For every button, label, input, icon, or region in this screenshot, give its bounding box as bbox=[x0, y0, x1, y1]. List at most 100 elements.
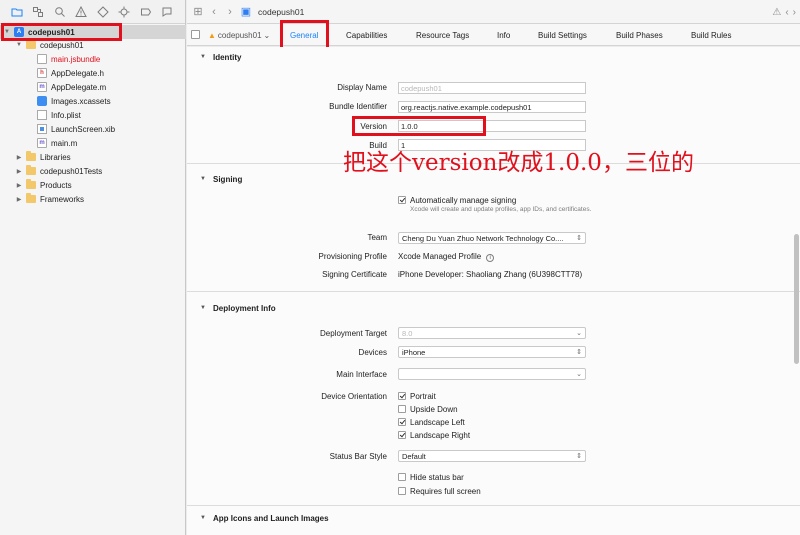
tree-item-label: codepush01Tests bbox=[40, 166, 103, 176]
section-title: Signing bbox=[213, 174, 243, 184]
tab-build-settings[interactable]: Build Settings bbox=[538, 28, 587, 42]
editor-bar-right: ⚠ ‹ › bbox=[772, 0, 796, 24]
team-label: Team bbox=[367, 233, 387, 242]
tree-item-group[interactable]: ▶ Products bbox=[0, 178, 186, 192]
disclosure-triangle-icon[interactable]: ▼ bbox=[200, 515, 210, 521]
profile-value-text: Xcode Managed Profile bbox=[398, 252, 482, 261]
back-arrow-icon[interactable]: ‹ bbox=[206, 4, 222, 20]
issue-warning-icon[interactable]: ⚠ bbox=[772, 7, 781, 18]
section-title: Identity bbox=[213, 52, 242, 62]
general-settings-content: ▼ Identity Display Name codepush01 Bundl… bbox=[187, 47, 800, 535]
orientation-landscape-right-row[interactable]: Landscape Right bbox=[398, 430, 470, 440]
tree-item-file[interactable]: m AppDelegate.m bbox=[0, 80, 186, 94]
show-targets-toggle[interactable] bbox=[191, 30, 200, 39]
auto-signing-checkbox-row[interactable]: Automatically manage signing bbox=[398, 195, 516, 205]
tree-item-group[interactable]: ▶ Frameworks bbox=[0, 192, 186, 206]
orientation-portrait-label: Portrait bbox=[410, 391, 436, 401]
content-scrollbar[interactable] bbox=[793, 47, 800, 535]
disclosure-triangle-icon[interactable]: ▼ bbox=[200, 54, 210, 60]
tree-item-file[interactable]: main.jsbundle bbox=[0, 52, 186, 66]
tree-item-file[interactable]: LaunchScreen.xib bbox=[0, 122, 186, 136]
project-highlight-box bbox=[1, 23, 122, 41]
symbol-icon[interactable] bbox=[28, 0, 50, 24]
status-bar-style-select[interactable]: Default ⇕ bbox=[398, 450, 586, 462]
disclosure-triangle-icon[interactable]: ▶ bbox=[15, 153, 23, 161]
scrollbar-thumb[interactable] bbox=[794, 234, 799, 364]
identity-section-header[interactable]: ▼ Identity bbox=[187, 49, 800, 65]
status-bar-style-value: Default bbox=[402, 451, 426, 461]
previous-issue-icon[interactable]: ‹ bbox=[785, 7, 788, 18]
folder-icon bbox=[26, 39, 36, 49]
hide-status-bar-checkbox[interactable] bbox=[398, 473, 406, 481]
hide-status-bar-row[interactable]: Hide status bar bbox=[398, 472, 464, 482]
tree-item-group[interactable]: ▶ codepush01Tests bbox=[0, 164, 186, 178]
disclosure-triangle-icon[interactable]: ▶ bbox=[15, 195, 23, 203]
disclosure-triangle-icon[interactable]: ▼ bbox=[200, 305, 210, 311]
report-icon[interactable] bbox=[157, 0, 179, 24]
test-icon[interactable] bbox=[92, 0, 114, 24]
orientation-landscape-left-row[interactable]: Landscape Left bbox=[398, 417, 465, 427]
info-icon[interactable]: i bbox=[486, 254, 495, 262]
forward-arrow-icon[interactable]: › bbox=[222, 4, 238, 20]
orientation-upside-down-label: Upside Down bbox=[410, 404, 458, 414]
tree-item-label: Images.xcassets bbox=[51, 96, 111, 106]
disclosure-triangle-icon[interactable]: ▶ bbox=[15, 181, 23, 189]
select-arrows-icon: ⇕ bbox=[576, 235, 582, 242]
devices-select[interactable]: iPhone ⇕ bbox=[398, 346, 586, 358]
folder-icon bbox=[26, 193, 36, 203]
folder-icon[interactable] bbox=[6, 0, 28, 24]
jump-bar-file[interactable]: codepush01 bbox=[258, 7, 304, 17]
bundle-identifier-label: Bundle Identifier bbox=[329, 102, 387, 111]
h-file-icon: h bbox=[37, 68, 47, 78]
display-name-field[interactable]: codepush01 bbox=[398, 82, 586, 94]
tree-item-file[interactable]: Images.xcassets bbox=[0, 94, 186, 108]
orientation-upside-down-checkbox[interactable] bbox=[398, 405, 406, 413]
debug-icon[interactable] bbox=[114, 0, 136, 24]
warning-icon[interactable] bbox=[71, 0, 93, 24]
requires-full-screen-checkbox[interactable] bbox=[398, 487, 406, 495]
tree-item-group[interactable]: ▶ Libraries bbox=[0, 150, 186, 164]
orientation-portrait-row[interactable]: Portrait bbox=[398, 391, 436, 401]
auto-signing-label: Automatically manage signing bbox=[410, 195, 517, 205]
disclosure-triangle-icon[interactable]: ▼ bbox=[15, 41, 23, 49]
tree-item-label: Frameworks bbox=[40, 194, 85, 204]
app-icons-section-header[interactable]: ▼ App Icons and Launch Images bbox=[187, 510, 800, 526]
tab-info[interactable]: Info bbox=[497, 28, 510, 42]
breakpoint-icon[interactable] bbox=[135, 0, 157, 24]
orientation-portrait-checkbox[interactable] bbox=[398, 392, 406, 400]
select-arrows-icon: ⇕ bbox=[576, 349, 582, 356]
related-items-icon[interactable]: ⊞ bbox=[190, 4, 206, 20]
deployment-target-select[interactable]: 8.0 ⌄ bbox=[398, 327, 586, 339]
tree-item-file[interactable]: m main.m bbox=[0, 136, 186, 150]
target-selector[interactable]: ▲ codepush01 ⌄ bbox=[208, 28, 270, 42]
version-highlight-box bbox=[352, 116, 486, 136]
auto-signing-checkbox[interactable] bbox=[398, 196, 406, 204]
next-issue-icon[interactable]: › bbox=[793, 7, 796, 18]
tab-build-rules[interactable]: Build Rules bbox=[691, 28, 731, 42]
folder-icon bbox=[26, 151, 36, 161]
orientation-landscape-right-checkbox[interactable] bbox=[398, 431, 406, 439]
section-title: App Icons and Launch Images bbox=[213, 513, 329, 523]
tree-item-file[interactable]: h AppDelegate.h bbox=[0, 66, 186, 80]
team-select[interactable]: Cheng Du Yuan Zhuo Network Technology Co… bbox=[398, 232, 586, 244]
search-icon[interactable] bbox=[49, 0, 71, 24]
tree-item-label: Products bbox=[40, 180, 72, 190]
orientation-landscape-left-checkbox[interactable] bbox=[398, 418, 406, 426]
tab-resource-tags[interactable]: Resource Tags bbox=[416, 28, 469, 42]
disclosure-triangle-icon[interactable]: ▶ bbox=[15, 167, 23, 175]
bundle-identifier-field[interactable]: org.reactjs.native.example.codepush01 bbox=[398, 101, 586, 113]
orientation-upside-down-row[interactable]: Upside Down bbox=[398, 404, 458, 414]
tab-build-phases[interactable]: Build Phases bbox=[616, 28, 663, 42]
disclosure-triangle-icon[interactable]: ▼ bbox=[200, 176, 210, 182]
main-interface-label: Main Interface bbox=[336, 370, 387, 379]
deployment-section-header[interactable]: ▼ Deployment Info bbox=[187, 300, 800, 316]
main-interface-select[interactable]: ⌄ bbox=[398, 368, 586, 380]
target-name: codepush01 bbox=[217, 30, 262, 40]
deployment-target-value: 8.0 bbox=[402, 328, 413, 338]
asset-catalog-icon bbox=[37, 96, 47, 106]
requires-full-screen-row[interactable]: Requires full screen bbox=[398, 486, 481, 496]
tree-item-file[interactable]: Info.plist bbox=[0, 108, 186, 122]
orientation-landscape-left-label: Landscape Left bbox=[410, 417, 465, 427]
tab-capabilities[interactable]: Capabilities bbox=[346, 28, 387, 42]
target-icon: ▲ bbox=[208, 30, 216, 40]
